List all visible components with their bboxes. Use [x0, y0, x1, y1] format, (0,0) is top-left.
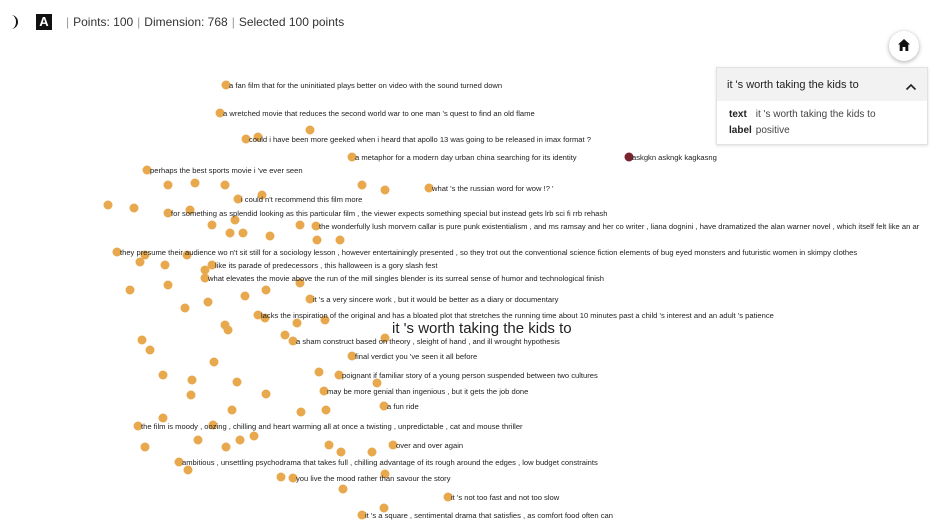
data-point[interactable] — [223, 325, 233, 335]
data-point[interactable] — [180, 303, 190, 313]
data-point[interactable] — [135, 257, 145, 267]
point-label: like its parade of predecessors , this h… — [215, 261, 438, 270]
data-point[interactable] — [296, 407, 306, 417]
data-point[interactable] — [232, 377, 242, 387]
point-detail-card: it 's worth taking the kids to text it '… — [716, 67, 928, 145]
data-point[interactable] — [203, 297, 213, 307]
field-key: text — [729, 109, 747, 120]
highlighted-point-label: it 's worth taking the kids to — [392, 320, 572, 337]
point-label: a fan film that for the uninitiated play… — [229, 81, 502, 90]
data-point[interactable] — [129, 203, 139, 213]
data-point[interactable] — [249, 431, 259, 441]
data-point[interactable] — [261, 285, 271, 295]
half-moon-icon[interactable] — [6, 14, 22, 30]
detail-card-header[interactable]: it 's worth taking the kids to — [717, 68, 927, 101]
data-point[interactable] — [276, 472, 286, 482]
point-label: ambitious , unsettling psychodrama that … — [182, 458, 598, 467]
data-point[interactable] — [312, 235, 322, 245]
chevron-up-icon[interactable] — [905, 79, 917, 97]
data-point[interactable] — [190, 178, 200, 188]
point-label: the wonderfully lush morvern callar is p… — [319, 222, 920, 231]
point-label: it 's a square , sentimental drama that … — [365, 511, 613, 520]
data-point[interactable] — [160, 260, 170, 270]
point-label: i could n't recommend this film more — [241, 195, 362, 204]
home-icon — [898, 39, 910, 51]
data-point[interactable] — [280, 330, 290, 340]
data-point[interactable] — [235, 435, 245, 445]
data-point[interactable] — [225, 228, 235, 238]
point-label: a sham construct based on theory , sleig… — [296, 337, 560, 346]
data-point[interactable] — [140, 442, 150, 452]
field-key: label — [729, 125, 752, 136]
point-label: what 's the russian word for wow !? ' — [431, 184, 554, 193]
point-label: a wretched movie that reduces the second… — [223, 109, 535, 118]
point-label: perhaps the best sports movie i 've ever… — [150, 166, 303, 175]
point-label: what elevates the movie above the run of… — [207, 274, 604, 283]
data-point[interactable] — [125, 285, 135, 295]
data-point[interactable] — [238, 228, 248, 238]
data-point[interactable] — [314, 367, 324, 377]
detail-field-label: label positive — [729, 125, 790, 136]
point-label: poignant if familiar story of a young pe… — [342, 371, 598, 380]
data-point[interactable] — [207, 220, 217, 230]
data-point[interactable] — [324, 440, 334, 450]
point-label: you live the mood rather than savour the… — [296, 474, 451, 483]
point-label: for something as splendid looking as thi… — [171, 209, 607, 218]
data-point[interactable] — [305, 125, 315, 135]
data-point[interactable] — [103, 200, 113, 210]
data-point[interactable] — [145, 345, 155, 355]
point-label: over and over again — [396, 441, 463, 450]
data-point[interactable] — [338, 484, 348, 494]
data-point[interactable] — [240, 291, 250, 301]
data-point[interactable] — [163, 280, 173, 290]
data-point[interactable] — [209, 357, 219, 367]
data-point[interactable] — [163, 180, 173, 190]
data-point[interactable] — [261, 389, 271, 399]
points-count: Points: 100 — [73, 15, 134, 29]
point-label: lacks the inspiration of the original an… — [261, 311, 774, 320]
data-point[interactable] — [321, 405, 331, 415]
dimension-count: Dimension: 768 — [144, 15, 228, 29]
field-value: it 's worth taking the kids to — [755, 109, 876, 120]
point-label: final verdict you 've seen it all before — [355, 352, 477, 361]
toolbar: A | Points: 100 | Dimension: 768 | Selected 1… — [0, 0, 936, 44]
point-label: a fun ride — [387, 402, 419, 411]
data-point[interactable] — [380, 185, 390, 195]
detail-field-text: text it 's worth taking the kids to — [729, 109, 876, 120]
data-point[interactable] — [221, 442, 231, 452]
data-point[interactable] — [227, 405, 237, 415]
selected-count: Selected 100 points — [238, 15, 345, 29]
point-label: they presume their audience wo n't sit s… — [120, 248, 857, 257]
field-value: positive — [755, 125, 790, 136]
data-point[interactable] — [336, 447, 346, 457]
data-point[interactable] — [137, 335, 147, 345]
data-point[interactable] — [265, 231, 275, 241]
data-point[interactable] — [367, 447, 377, 457]
point-label: the film is moody , oozing , chilling an… — [141, 422, 523, 431]
data-point[interactable] — [187, 375, 197, 385]
home-button[interactable] — [889, 31, 919, 61]
point-label: askgkn askngk kagkasng — [632, 153, 717, 162]
detail-card-title: it 's worth taking the kids to — [727, 79, 859, 91]
point-label: may be more genial than ingenious , but … — [327, 387, 528, 396]
data-point[interactable] — [186, 390, 196, 400]
data-point[interactable] — [158, 370, 168, 380]
point-label: a metaphor for a modern day urban china … — [355, 153, 577, 162]
point-label: it 's a very sincere work , but it would… — [313, 295, 559, 304]
data-point[interactable] — [335, 235, 345, 245]
data-point[interactable] — [193, 435, 203, 445]
data-point[interactable] — [295, 220, 305, 230]
letter-a-icon[interactable]: A — [36, 14, 52, 30]
point-label: it 's not too fast and not too slow — [451, 493, 560, 502]
point-label: could i have been more geeked when i hea… — [249, 135, 591, 144]
data-point[interactable] — [357, 180, 367, 190]
stats-bar: | Points: 100 | Dimension: 768 | Selected 100… — [66, 15, 345, 29]
data-point[interactable] — [220, 180, 230, 190]
